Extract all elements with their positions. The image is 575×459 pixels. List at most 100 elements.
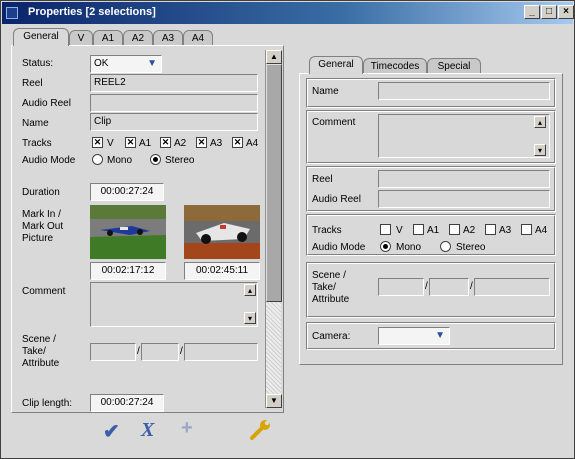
title-bar[interactable]: Properties [2 selections] _ □ ×	[2, 2, 574, 24]
right-track-a3-label: A3	[499, 225, 512, 236]
right-audio-mode-label: Audio Mode	[312, 242, 366, 253]
left-tab-general[interactable]: General	[13, 28, 69, 46]
comment-scroll-up-icon[interactable]: ▴	[244, 284, 256, 296]
scene-separator-1: /	[137, 346, 140, 357]
track-a1-checkbox[interactable]: ✕	[125, 137, 136, 148]
scene-label-line1: Scene /	[22, 334, 56, 345]
right-audio-reel-field[interactable]	[378, 190, 550, 208]
track-a4-checkbox[interactable]: ✕	[232, 137, 243, 148]
comment-textarea[interactable]	[90, 282, 258, 327]
right-tab-general[interactable]: General	[309, 56, 363, 74]
app-icon	[6, 7, 18, 19]
duration-field[interactable]: 00:00:27:24	[90, 183, 164, 201]
right-track-a1-checkbox[interactable]	[413, 224, 424, 235]
close-button[interactable]: ×	[558, 5, 574, 19]
track-a2-checkbox[interactable]: ✕	[160, 137, 171, 148]
status-dropdown[interactable]: OK ▼	[90, 55, 162, 73]
right-general-panel: Name Comment ▴ ▾ Reel Audio Reel Tracks …	[299, 73, 563, 365]
add-plus-icon[interactable]: +	[181, 417, 193, 440]
right-scene-field[interactable]	[378, 278, 424, 296]
scroll-up-icon[interactable]: ▲	[266, 50, 282, 64]
chevron-down-icon: ▼	[147, 58, 157, 69]
scroll-down-icon[interactable]: ▼	[266, 394, 282, 408]
left-tab-v[interactable]: V	[69, 30, 93, 46]
maximize-button[interactable]: □	[541, 5, 557, 19]
name-field[interactable]: Clip	[90, 113, 258, 131]
right-track-a2-checkbox[interactable]	[449, 224, 460, 235]
right-track-a4-checkbox[interactable]	[521, 224, 532, 235]
scene-label-line2: Take/	[22, 346, 46, 357]
audio-reel-field[interactable]	[90, 94, 258, 112]
right-comment-scroll-up-icon[interactable]: ▴	[534, 116, 546, 128]
right-scene-label-line3: Attribute	[312, 294, 350, 305]
minimize-button[interactable]: _	[524, 5, 540, 19]
status-label: Status:	[22, 58, 54, 69]
mark-in-thumbnail[interactable]	[90, 205, 166, 259]
left-tab-a2[interactable]: A2	[123, 30, 153, 46]
track-v-checkbox[interactable]: ✕	[92, 137, 103, 148]
reel-label: Reel	[22, 78, 43, 89]
left-panel-scrollbar[interactable]: ▲ ▼	[265, 50, 282, 408]
right-take-field[interactable]	[429, 278, 469, 296]
wrench-icon[interactable]	[249, 419, 273, 447]
right-audio-mode-stereo-radio[interactable]	[440, 241, 451, 252]
track-a4-label: A4	[246, 138, 259, 149]
scene-field[interactable]	[90, 343, 136, 361]
audio-mode-mono-label: Mono	[107, 155, 133, 166]
comment-label: Comment	[22, 286, 66, 297]
right-audio-mode-stereo-label: Stereo	[456, 242, 486, 253]
take-field[interactable]	[141, 343, 179, 361]
audio-mode-stereo-label: Stereo	[165, 155, 195, 166]
camera-dropdown[interactable]: ▼	[378, 327, 450, 345]
attribute-field[interactable]	[184, 343, 258, 361]
right-scene-separator-1: /	[425, 281, 428, 292]
duration-label: Duration	[22, 187, 60, 198]
right-tab-timecodes[interactable]: Timecodes	[363, 58, 427, 74]
tracks-label: Tracks	[22, 138, 52, 149]
right-track-a1-label: A1	[427, 225, 440, 236]
ok-check-icon[interactable]: ✔	[103, 419, 120, 444]
left-general-panel: Status: OK ▼ Reel REEL2 Audio Reel Name …	[11, 45, 284, 413]
mark-label-line1: Mark In /	[22, 209, 61, 220]
right-comment-scroll-down-icon[interactable]: ▾	[534, 144, 546, 156]
right-track-a4-label: A4	[535, 225, 548, 236]
right-audio-mode-mono-radio[interactable]	[380, 241, 391, 252]
mark-in-timecode[interactable]: 00:02:17:12	[90, 262, 166, 280]
scrollbar-thumb[interactable]	[266, 64, 282, 302]
right-attribute-field[interactable]	[474, 278, 550, 296]
right-tab-special[interactable]: Special	[427, 58, 481, 74]
right-comment-label: Comment	[312, 117, 356, 128]
right-comment-textarea[interactable]	[378, 114, 550, 158]
left-tab-a1[interactable]: A1	[93, 30, 123, 46]
scene-separator-2: /	[180, 346, 183, 357]
right-reel-field[interactable]	[378, 170, 550, 188]
scene-label-line3: Attribute	[22, 358, 60, 369]
right-scene-label-line2: Take/	[312, 282, 336, 293]
reel-field[interactable]: REEL2	[90, 74, 258, 92]
right-name-label: Name	[312, 86, 339, 97]
name-label: Name	[22, 118, 49, 129]
comment-scroll-down-icon[interactable]: ▾	[244, 312, 256, 324]
right-reel-label: Reel	[312, 174, 333, 185]
clip-length-field[interactable]: 00:00:27:24	[90, 394, 164, 412]
left-tab-a3[interactable]: A3	[153, 30, 183, 46]
cancel-x-icon[interactable]: X	[141, 419, 154, 442]
right-name-field[interactable]	[378, 82, 550, 100]
camera-chevron-down-icon: ▼	[435, 330, 445, 341]
audio-mode-label: Audio Mode	[22, 155, 76, 166]
right-tracks-label: Tracks	[312, 225, 342, 236]
mark-label-line2: Mark Out	[22, 221, 64, 232]
audio-mode-stereo-radio[interactable]	[150, 154, 161, 165]
mark-out-timecode[interactable]: 00:02:45:11	[184, 262, 260, 280]
right-track-a3-checkbox[interactable]	[485, 224, 496, 235]
audio-mode-mono-radio[interactable]	[92, 154, 103, 165]
right-track-v-checkbox[interactable]	[380, 224, 391, 235]
right-audio-reel-label: Audio Reel	[312, 194, 361, 205]
left-tab-a4[interactable]: A4	[183, 30, 213, 46]
track-a2-label: A2	[174, 138, 187, 149]
track-a3-label: A3	[210, 138, 223, 149]
mark-out-thumbnail[interactable]	[184, 205, 260, 259]
track-a3-checkbox[interactable]: ✕	[196, 137, 207, 148]
status-value: OK	[94, 58, 109, 69]
right-scene-separator-2: /	[470, 281, 473, 292]
